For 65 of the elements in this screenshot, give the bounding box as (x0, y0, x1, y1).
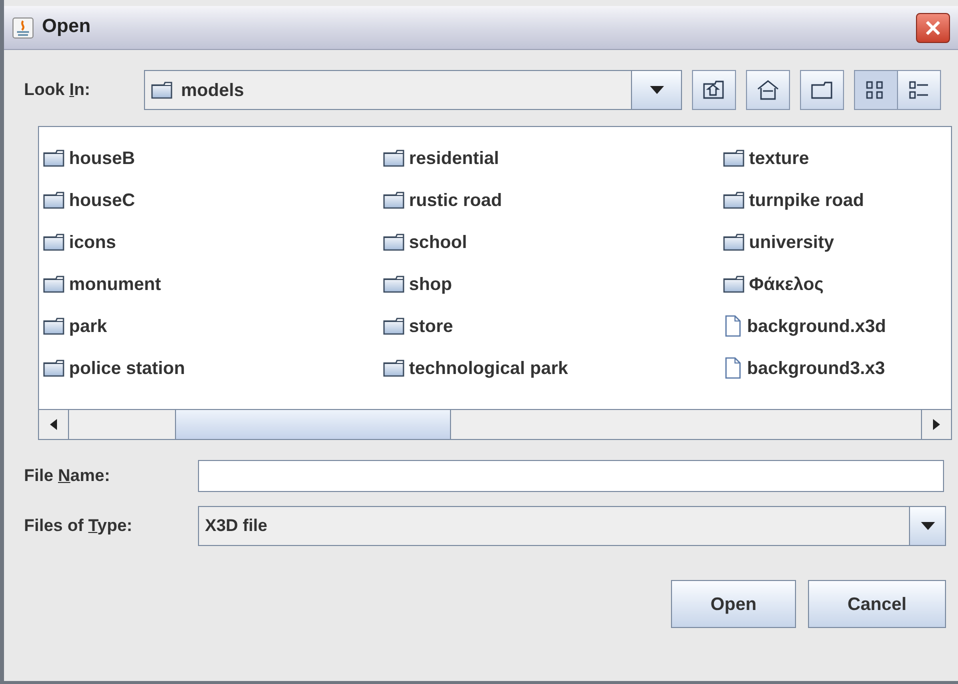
file-item[interactable]: residential (383, 145, 723, 171)
folder-icon (383, 149, 405, 167)
toolbar-button[interactable] (692, 70, 736, 110)
cancel-button[interactable]: Cancel (808, 580, 946, 628)
file-item[interactable]: technological park (383, 355, 723, 381)
file-item[interactable]: Φάκελος (723, 271, 923, 297)
app-icon (12, 16, 34, 38)
folder-icon (43, 233, 65, 251)
folder-icon (43, 191, 65, 209)
file-item[interactable]: store (383, 313, 723, 339)
window-title: Open (42, 15, 92, 40)
folder-icon (383, 275, 405, 293)
folder-icon (43, 275, 65, 293)
toolbar-button[interactable] (746, 70, 790, 110)
scroll-thumb[interactable] (175, 410, 451, 439)
folder-icon (723, 233, 745, 251)
folder-icon (43, 359, 65, 377)
folder-icon (811, 81, 833, 99)
file-name-label: File Name: (24, 466, 110, 485)
folder-icon (723, 275, 745, 293)
file-item[interactable]: turnpike road (723, 187, 923, 213)
file-item[interactable]: university (723, 229, 923, 255)
folder-icon (383, 191, 405, 209)
file-item[interactable]: icons (43, 229, 383, 255)
folder-icon (43, 149, 65, 167)
file-item[interactable]: shop (383, 271, 723, 297)
file-item[interactable]: park (43, 313, 383, 339)
look-in-label: Look In: (24, 80, 90, 99)
folder-icon (383, 233, 405, 251)
folder-icon (723, 191, 745, 209)
file-item[interactable]: texture (723, 145, 923, 171)
horizontal-scrollbar[interactable] (39, 409, 951, 439)
folder-icon (383, 317, 405, 335)
folder-up-icon (703, 80, 725, 100)
file-item[interactable]: houseC (43, 187, 383, 213)
right-arrow-icon (933, 419, 940, 430)
file-item[interactable]: background.x3d (723, 313, 923, 339)
file-type-dropdown[interactable]: X3D file (198, 506, 946, 546)
close-icon (924, 18, 942, 36)
toolbar-button[interactable] (897, 70, 941, 110)
left-arrow-icon (50, 419, 57, 430)
caret-icon (920, 522, 934, 530)
file-name-field[interactable] (198, 460, 944, 492)
document-icon (723, 357, 743, 379)
file-item[interactable]: background3.x3 (723, 355, 923, 381)
close-button[interactable] (916, 12, 950, 42)
file-item[interactable]: school (383, 229, 723, 255)
file-item[interactable]: houseB (43, 145, 383, 171)
file-item[interactable]: police station (43, 355, 383, 381)
toolbar-button[interactable] (800, 70, 844, 110)
folder-icon (383, 359, 405, 377)
file-type-label: Files of Type: (24, 516, 132, 535)
file-item[interactable]: rustic road (383, 187, 723, 213)
file-item[interactable]: monument (43, 271, 383, 297)
open-button[interactable]: Open (671, 580, 796, 628)
folder-icon (43, 317, 65, 335)
look-in-dropdown[interactable]: models (144, 70, 682, 110)
toolbar-button[interactable] (854, 70, 898, 110)
folder-icon (723, 149, 745, 167)
dropdown-value: models (181, 78, 244, 102)
folder-icon (151, 81, 173, 99)
home-icon (757, 79, 779, 101)
caret-icon (650, 86, 664, 94)
document-icon (723, 315, 743, 337)
details-view-icon (908, 80, 930, 100)
